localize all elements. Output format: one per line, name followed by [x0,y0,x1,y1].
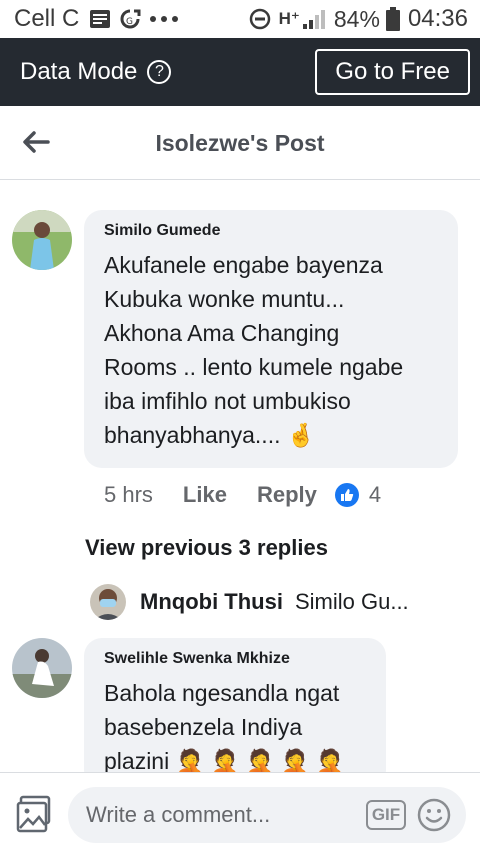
go-to-free-button[interactable]: Go to Free [315,49,470,95]
comment-line: Akufanele engabe bayenza [104,252,383,278]
comment-line: iba imfihlo not umbukiso [104,388,351,414]
reply-preview[interactable]: Mnqobi Thusi Similo Gu... [90,584,409,620]
comment-composer: Write a comment... GIF [0,772,480,854]
comment-input[interactable]: Write a comment... GIF [68,787,466,843]
comment-line: Kubuka wonke muntu... [104,286,345,312]
svg-text:G: G [126,17,133,27]
data-saver-icon [249,8,271,30]
avatar[interactable] [12,210,72,270]
battery-icon [385,7,400,31]
avatar[interactable] [90,584,126,620]
clock: 04:36 [407,5,468,32]
network-type-label: H⁺ [278,9,300,28]
comment-bubble: Swelihle Swenka Mkhize Bahola ngesandla … [84,638,386,788]
comment-author[interactable]: Similo Gumede [104,222,438,240]
reply-button[interactable]: Reply [257,482,317,508]
comment-placeholder: Write a comment... [86,802,271,827]
comment-line: Bahola ngesandla ngat [104,680,340,706]
battery-percent: 84% [333,5,380,32]
comment-author[interactable]: Swelihle Swenka Mkhize [104,650,366,668]
comment-line: Akhona Ama Changing [104,320,340,346]
emoji-icon[interactable] [416,797,452,833]
sync-icon: G [119,8,141,30]
avatar[interactable] [12,638,72,698]
help-icon[interactable]: ? [147,60,172,84]
comment-line: Rooms .. lento kumele ngabe [104,354,404,380]
reaction-count: 4 [368,482,382,507]
comment-line: bhanyabhanya.... 🤞 [104,422,316,448]
comment-line: basebenzela Indiya [104,714,303,740]
data-mode-bar: Data Mode ? Go to Free [0,38,480,106]
comment-actions: 5 hrs Like Reply 4 [104,482,381,508]
comment-bubble: Similo Gumede Akufanele engabe bayenza K… [84,210,458,468]
comment-time: 5 hrs [104,482,153,507]
view-previous-replies-link[interactable]: View previous 3 replies [85,535,328,561]
photo-icon[interactable] [16,795,52,833]
comment-text: Bahola ngesandla ngat basebenzela Indiya… [104,676,366,778]
carrier-name: Cell C [14,5,80,32]
status-bar: Cell C G H⁺ 84% 04:36 [0,0,480,38]
reply-author[interactable]: Mnqobi Thusi [140,589,283,615]
thumbs-up-icon[interactable] [334,483,359,507]
comment-text: Akufanele engabe bayenza Kubuka wonke mu… [104,248,438,452]
more-dots-icon [149,15,179,23]
like-button[interactable]: Like [183,482,227,508]
post-header: Isolezwe's Post [0,106,480,180]
page-title: Isolezwe's Post [155,130,325,156]
notification-icon [89,9,111,29]
data-mode-title: Data Mode [20,58,138,85]
signal-icon [302,9,326,29]
reply-snippet: Similo Gu... [294,589,409,614]
gif-button[interactable]: GIF [366,800,406,830]
